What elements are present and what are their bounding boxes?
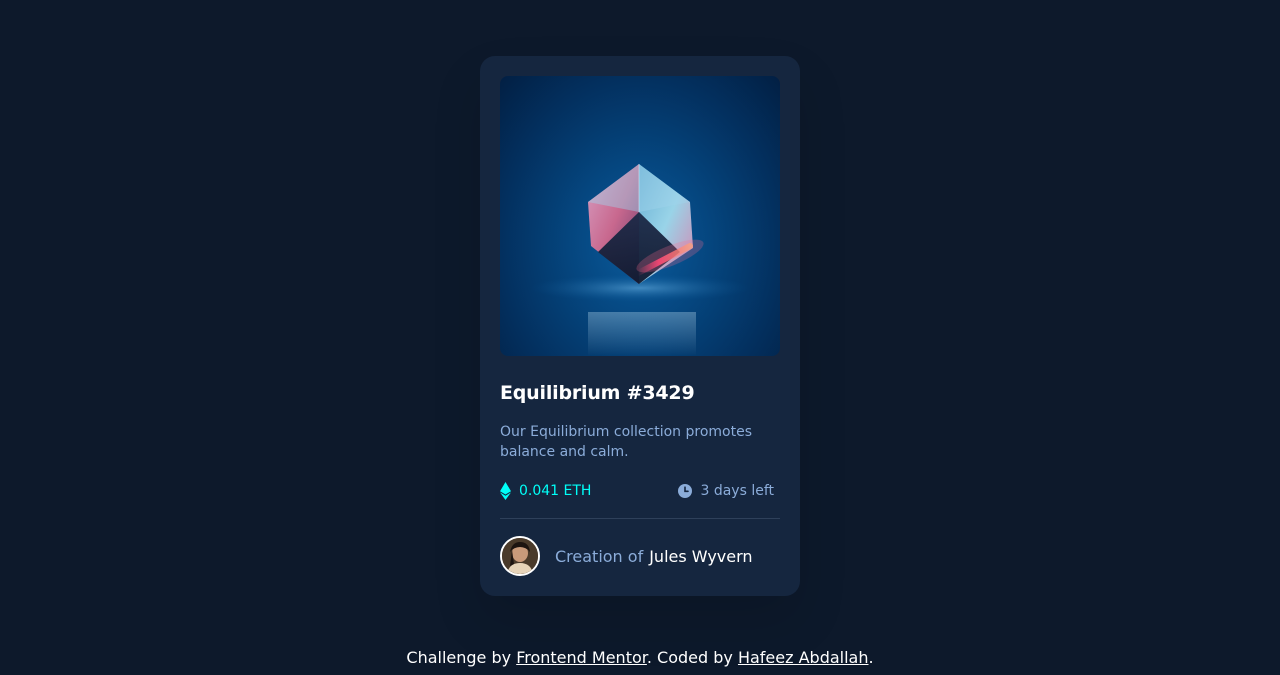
nft-stats: 0.041 ETH 3 days left: [500, 480, 780, 502]
attribution-prefix: Challenge by: [406, 648, 512, 667]
attribution-middle: . Coded by: [646, 648, 733, 667]
crystal-cube-image: [530, 164, 750, 356]
creator: Creation of Jules Wyvern: [500, 536, 780, 576]
attribution: Challenge by Frontend Mentor. Coded by H…: [0, 646, 1280, 670]
ethereum-icon: [500, 482, 511, 500]
price: 0.041 ETH: [500, 482, 591, 500]
time-left: 3 days left: [678, 483, 774, 499]
time-left-value: 3 days left: [700, 483, 774, 499]
nft-description: Our Equilibrium collection promotes bala…: [500, 424, 752, 460]
frontend-mentor-link[interactable]: Frontend Mentor: [516, 648, 647, 667]
page: Equilibrium #3429 Our Equilibrium collec…: [0, 0, 1280, 675]
clock-icon: [678, 484, 693, 498]
attribution-suffix: .: [868, 648, 874, 667]
divider: [500, 518, 780, 519]
nft-card: Equilibrium #3429 Our Equilibrium collec…: [480, 56, 800, 596]
avatar: [500, 536, 540, 576]
author-link[interactable]: Hafeez Abdallah: [738, 648, 869, 667]
creator-name-link[interactable]: Jules Wyvern: [649, 547, 752, 566]
creation-label: Creation of: [555, 546, 644, 566]
price-value: 0.041 ETH: [519, 483, 592, 499]
nft-title[interactable]: Equilibrium #3429: [500, 382, 780, 404]
nft-image[interactable]: [500, 76, 780, 356]
